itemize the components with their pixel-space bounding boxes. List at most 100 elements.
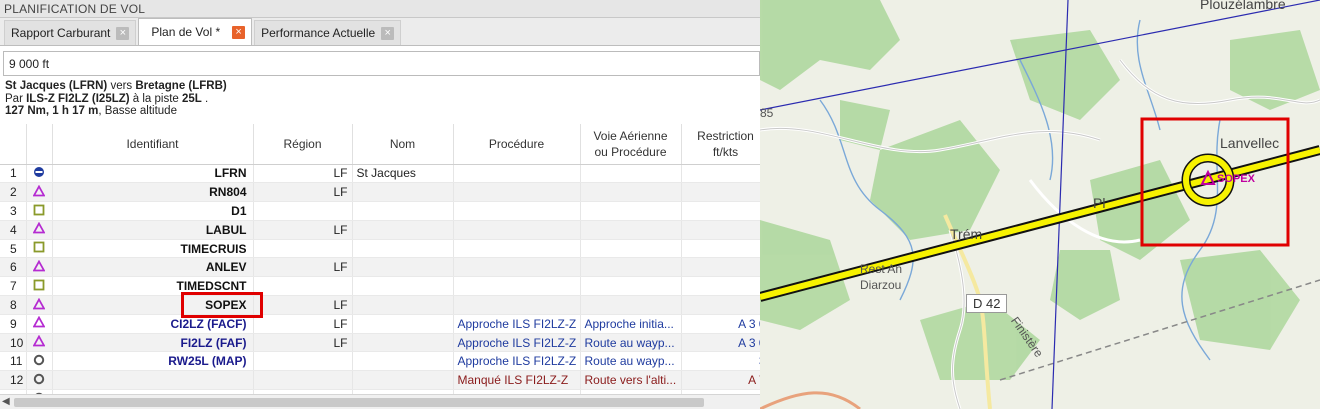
summary-end: . <box>201 92 209 105</box>
cell-name <box>352 276 454 297</box>
cell-region: LF <box>253 182 353 203</box>
col-region[interactable]: Région <box>253 124 353 165</box>
table-row[interactable]: 9 CI2LZ (FACF) LF Approche ILS FI2LZ-Z Appro… <box>0 314 760 334</box>
tab-label: Rapport Carburant <box>11 26 111 40</box>
col-name[interactable]: Nom <box>352 124 454 165</box>
table-row[interactable]: 10 FI2LZ (FAF) LF Approche ILS FI2LZ-Z Route… <box>0 333 760 353</box>
table-row[interactable]: 11 RW25L (MAP) Approche ILS FI2LZ-Z Route a… <box>0 351 760 372</box>
row-number: 7 <box>0 276 27 297</box>
cell-ident[interactable]: SOPEX <box>52 295 254 315</box>
cell-ident[interactable]: D1 <box>52 201 254 221</box>
tab-current-performance[interactable]: Performance Actuelle × <box>254 20 402 45</box>
tab-flight-plan[interactable]: Plan de Vol * × <box>138 18 253 45</box>
col-airway-l1: Voie Aérienne <box>593 128 668 143</box>
map-label-lanvellec: Lanvellec <box>1220 135 1280 151</box>
table-row[interactable]: 8 SOPEX LF <box>0 295 760 315</box>
table-row[interactable]: 5 TIMECRUIS <box>0 239 760 259</box>
cell-region: LF <box>253 220 353 240</box>
horizontal-scrollbar[interactable]: ◀ <box>0 394 760 409</box>
summary-line-3: 127 Nm, 1 h 17 m, Basse altitude <box>5 105 227 118</box>
forest-areas <box>760 0 1320 380</box>
row-icon-cell <box>26 164 53 184</box>
cell-airway <box>580 164 682 184</box>
table-row[interactable]: 12 Manqué ILS FI2LZ-Z Route vers l'alti...… <box>0 370 760 391</box>
col-num <box>0 124 27 165</box>
row-number: 10 <box>0 333 27 353</box>
cell-airway: Route au wayp... <box>580 351 682 372</box>
cell-procedure <box>453 276 581 297</box>
cell-ident[interactable]: CI2LZ (FACF) <box>52 314 254 334</box>
cell-region <box>253 370 353 391</box>
table-row[interactable]: 2 RN804 LF <box>0 182 760 203</box>
cell-ident[interactable]: LABUL <box>52 220 254 240</box>
row-number: 8 <box>0 295 27 315</box>
waypoint-label-sopex[interactable]: SOPEX <box>1217 173 1255 185</box>
row-icon-cell <box>26 201 53 221</box>
tab-label: Plan de Vol * <box>151 25 221 39</box>
summary-runway-text: à la piste <box>129 92 183 105</box>
row-number: 12 <box>0 370 27 391</box>
departure: St Jacques (LFRN) <box>5 80 108 92</box>
tab-label: Performance Actuelle <box>261 26 376 40</box>
cell-airway: Approche initia... <box>580 314 682 334</box>
map-label-rest-an: Rest An <box>860 262 903 276</box>
cell-name: St Jacques <box>352 164 454 184</box>
road-shield-d42: D 42 <box>966 294 1008 313</box>
col-restriction[interactable]: Restriction ft/kts <box>681 124 760 165</box>
altitude-field[interactable]: 9 000 ft <box>3 51 760 76</box>
close-icon[interactable]: × <box>116 26 130 40</box>
scroll-left-icon[interactable]: ◀ <box>2 396 10 407</box>
row-number: 4 <box>0 220 27 240</box>
col-airway[interactable]: Voie Aérienne ou Procédure <box>580 124 682 165</box>
table-row[interactable]: 3 D1 <box>0 201 760 221</box>
cell-name <box>352 257 454 278</box>
altitude-type: , Basse altitude <box>98 105 177 117</box>
cell-ident[interactable]: FI2LZ (FAF) <box>52 333 254 353</box>
cell-ident[interactable]: TIMEDSCNT <box>52 276 254 297</box>
summary-connector: vers <box>107 80 136 92</box>
col-ident[interactable]: Identifiant <box>52 124 254 165</box>
cell-ident[interactable]: TIMECRUIS <box>52 239 254 259</box>
tab-fuel-report[interactable]: Rapport Carburant × <box>4 20 137 45</box>
summary-line-2: Par ILS-Z FI2LZ (I25LZ) à la piste 25L . <box>5 93 227 106</box>
cell-ident[interactable]: ANLEV <box>52 257 254 278</box>
cell-restriction <box>681 257 760 278</box>
cell-name <box>352 314 454 334</box>
table-row[interactable]: 7 TIMEDSCNT <box>0 276 760 297</box>
cell-restriction <box>681 295 760 315</box>
cell-ident[interactable] <box>52 370 254 391</box>
row-number: 6 <box>0 257 27 278</box>
row-number: 2 <box>0 182 27 203</box>
altitude-value: 9 000 ft <box>9 57 50 71</box>
waypoint-triangle-icon <box>32 222 46 237</box>
table-row[interactable]: 4 LABUL LF <box>0 220 760 240</box>
table-row[interactable]: 1 LFRN LF St Jacques <box>0 164 760 184</box>
col-restriction-l2: ft/kts <box>712 144 739 159</box>
row-icon-cell <box>26 239 53 259</box>
col-procedure[interactable]: Procédure <box>453 124 581 165</box>
cell-restriction <box>681 220 760 240</box>
map-view[interactable]: Plouzélambre Lanvellec Trém Rest An Diar… <box>760 0 1320 409</box>
cell-ident[interactable]: LFRN <box>52 164 254 184</box>
cell-ident[interactable]: RW25L (MAP) <box>52 351 254 372</box>
cell-airway <box>580 220 682 240</box>
table-row[interactable]: 6 ANLEV LF <box>0 257 760 278</box>
cell-procedure <box>453 239 581 259</box>
row-icon-cell <box>26 220 53 240</box>
cell-region: LF <box>253 164 353 184</box>
cell-procedure <box>453 201 581 221</box>
cell-airway: Route au wayp... <box>580 333 682 353</box>
cell-restriction <box>681 276 760 297</box>
flight-plan-table: Identifiant Région Nom Procédure Voie Aé… <box>0 124 760 394</box>
cell-procedure <box>453 295 581 315</box>
close-icon[interactable]: × <box>232 25 246 39</box>
cell-airway <box>580 182 682 203</box>
cell-region: LF <box>253 257 353 278</box>
cell-restriction <box>681 239 760 259</box>
cell-procedure: Manqué ILS FI2LZ-Z <box>453 370 581 391</box>
cell-ident[interactable]: RN804 <box>52 182 254 203</box>
close-icon[interactable]: × <box>381 26 395 40</box>
row-icon-cell <box>26 370 53 391</box>
scrollbar-thumb[interactable] <box>14 398 704 407</box>
row-number: 9 <box>0 314 27 334</box>
